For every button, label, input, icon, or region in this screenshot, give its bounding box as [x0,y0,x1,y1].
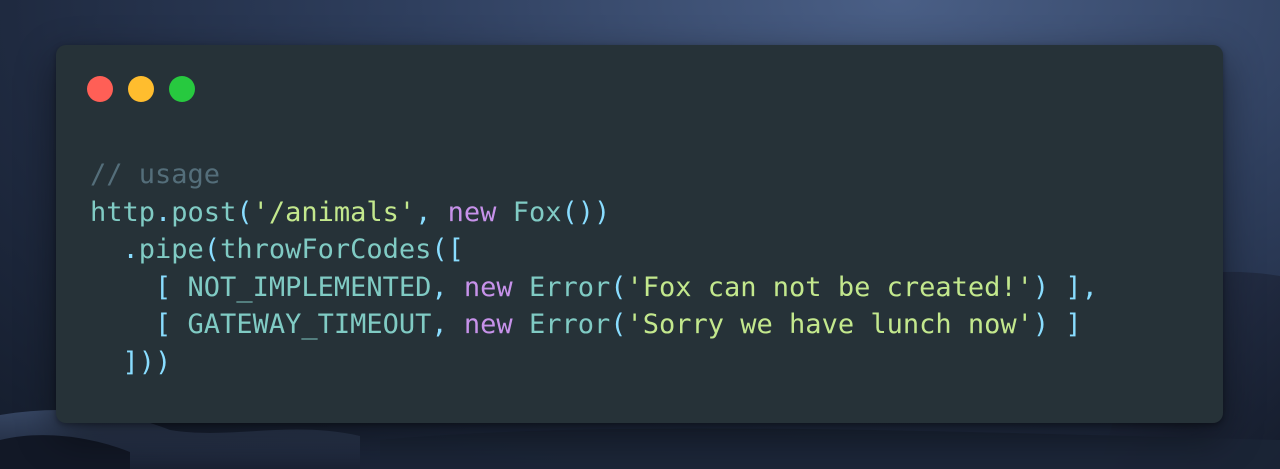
code-punctuation: . [122,234,139,265]
code-punctuation: ( [236,196,253,228]
code-class: Error [528,309,611,340]
close-button[interactable] [87,76,113,102]
code-punctuation: , [415,196,448,228]
code-punctuation: ) ] [1032,309,1082,340]
code-constant: GATEWAY_TIMEOUT [187,309,432,340]
code-punctuation: , [431,271,464,303]
code-line-1: // usage [90,156,1098,194]
code-punctuation: [ [155,309,188,340]
code-constant: NOT_IMPLEMENTED [187,271,432,303]
code-method: post [171,196,237,228]
code-line-2: http.post('/animals', new Fox()) [90,194,1098,232]
code-line-3: .pipe(throwForCodes([ [90,231,1098,269]
code-window: // usage http.post('/animals', new Fox())… [56,45,1223,423]
code-punctuation: ( [610,309,627,340]
code-keyword: new [463,271,513,303]
code-identifier: http [90,196,156,228]
code-block: // usage http.post('/animals', new Fox())… [90,156,1098,381]
code-punctuation: , [431,309,464,340]
code-class: Error [528,271,611,303]
code-punctuation: ) ], [1032,271,1098,303]
code-string: 'Fox can not be created!' [626,271,1033,303]
code-function: throwForCodes [220,234,432,265]
code-punctuation: ])) [122,346,172,378]
zoom-button[interactable] [169,76,195,102]
code-keyword: new [447,196,497,228]
code-punctuation: [ [155,271,188,303]
code-punctuation: ( [610,271,627,303]
code-punctuation: ( [203,234,221,265]
code-string: 'Sorry we have lunch now' [626,309,1033,340]
code-line-4: [ NOT_IMPLEMENTED, new Error('Fox can no… [90,269,1098,307]
window-controls [87,76,195,102]
code-line-5: [ GATEWAY_TIMEOUT, new Error('Sorry we h… [90,306,1098,344]
code-punctuation: ([ [431,234,464,265]
minimize-button[interactable] [128,76,154,102]
code-punctuation: ()) [561,196,611,228]
code-method: pipe [138,234,204,265]
code-class: Fox [512,196,562,228]
code-punctuation: . [155,196,172,228]
code-string: '/animals' [252,196,416,228]
code-comment: // usage [90,159,221,190]
code-line-6: ])) [90,344,1098,382]
code-keyword: new [463,309,513,340]
